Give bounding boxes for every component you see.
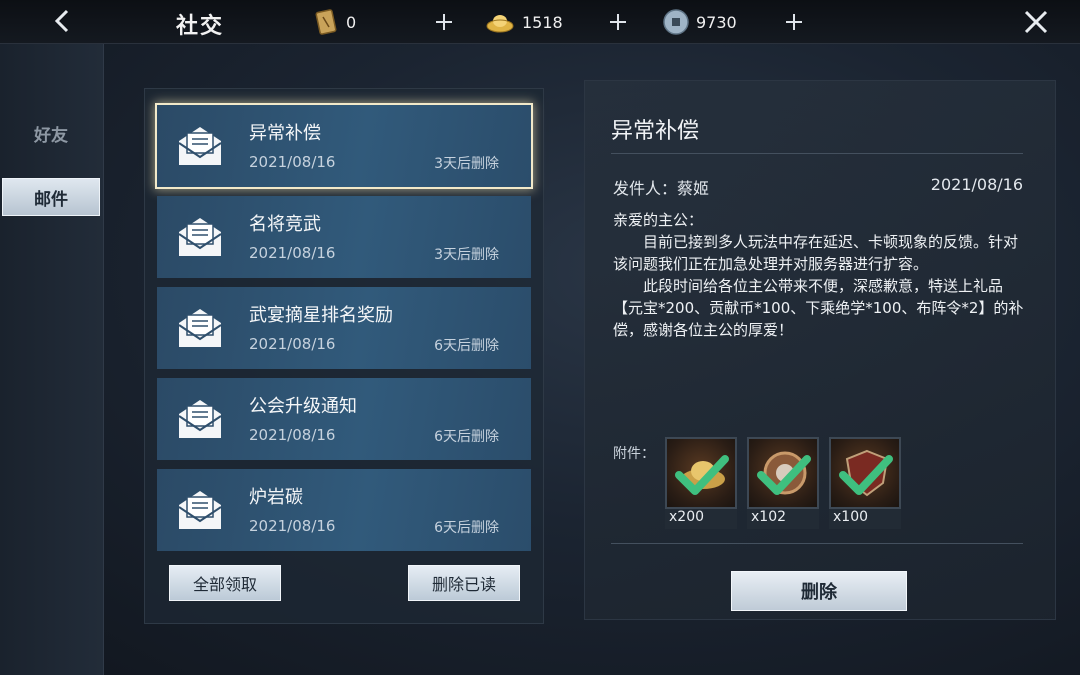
attachment-slot	[747, 437, 819, 509]
mail-expire: 6天后删除	[434, 520, 499, 536]
open-envelope-icon	[178, 309, 222, 347]
side-nav: 好友 邮件	[0, 44, 104, 675]
token-icon	[315, 9, 337, 35]
attachment-item[interactable]: x100	[829, 437, 901, 529]
mail-title: 异常补偿	[611, 119, 700, 144]
mail-expire: 6天后删除	[434, 338, 499, 354]
check-icon	[839, 455, 893, 495]
mail-date: 2021/08/16	[249, 153, 336, 171]
divider	[611, 543, 1023, 544]
mail-item[interactable]: 武宴摘星排名奖励 2021/08/16 6天后删除	[157, 287, 531, 369]
attachment-slot	[665, 437, 737, 509]
plus-icon	[786, 14, 802, 30]
token-value: 0	[346, 12, 357, 32]
attachment-item[interactable]: x102	[747, 437, 819, 529]
mail-date: 2021/08/16	[249, 517, 336, 535]
mail-paragraph: 目前已接到多人玩法中存在延迟、卡顿现象的反馈。针对该问题我们正在加急处理并对服务…	[613, 233, 1019, 273]
mail-detail-panel: 异常补偿 发件人：蔡姬 2021/08/16 亲爱的主公： 目前已接到多人玩法中…	[584, 80, 1056, 620]
currency-token: 0	[312, 6, 356, 38]
mail-paragraph: 此段时间给各位主公带来不便，深感歉意，特送上礼品【元宝*200、贡献币*100、…	[613, 277, 1024, 339]
mail-subject: 异常补偿	[249, 123, 321, 144]
mail-expire: 6天后删除	[434, 429, 499, 445]
attachment-count: x200	[665, 509, 737, 529]
claim-all-button[interactable]: 全部领取	[169, 565, 281, 601]
mail-sender: 发件人：蔡姬	[613, 179, 710, 198]
currency-coin: 9730	[662, 6, 737, 38]
delete-mail-button[interactable]: 删除	[731, 571, 907, 611]
mail-list-panel: 异常补偿 2021/08/16 3天后删除 名将竞武 2021/08/16 3天…	[144, 88, 544, 624]
attachments-label: 附件：	[613, 446, 655, 462]
mail-subject: 武宴摘星排名奖励	[249, 305, 393, 326]
attachment-count: x102	[747, 509, 819, 529]
currency-gold: 1518	[484, 6, 563, 38]
check-icon	[757, 455, 811, 495]
plus-icon	[610, 14, 626, 30]
gold-ingot-icon	[486, 15, 514, 33]
mail-subject: 名将竞武	[249, 214, 321, 235]
divider	[611, 153, 1023, 154]
open-envelope-icon	[178, 127, 222, 165]
tab-friends[interactable]: 好友	[2, 114, 100, 152]
mail-expire: 3天后删除	[434, 247, 499, 263]
back-button[interactable]	[48, 6, 78, 36]
mail-date: 2021/08/16	[249, 244, 336, 262]
mail-body: 亲爱的主公： 目前已接到多人玩法中存在延迟、卡顿现象的反馈。针对该问题我们正在加…	[613, 209, 1031, 341]
close-button[interactable]	[1020, 6, 1052, 38]
page-title: 社交	[176, 13, 225, 39]
open-envelope-icon	[178, 491, 222, 529]
mail-item[interactable]: 公会升级通知 2021/08/16 6天后删除	[157, 378, 531, 460]
mail-subject: 公会升级通知	[249, 396, 357, 417]
chevron-left-icon	[54, 9, 69, 33]
mail-item[interactable]: 名将竞武 2021/08/16 3天后删除	[157, 196, 531, 278]
plus-icon	[436, 14, 452, 30]
open-envelope-icon	[178, 218, 222, 256]
mail-expire: 3天后删除	[434, 156, 499, 172]
open-envelope-icon	[178, 400, 222, 438]
mail-greeting: 亲爱的主公：	[613, 211, 704, 229]
attachment-item[interactable]: x200	[665, 437, 737, 529]
check-icon	[675, 455, 729, 495]
mail-date: 2021/08/16	[249, 335, 336, 353]
add-gold-button[interactable]	[604, 8, 632, 36]
tab-mail[interactable]: 邮件	[2, 178, 100, 216]
mail-subject: 炉岩碳	[249, 487, 303, 508]
mail-item[interactable]: 异常补偿 2021/08/16 3天后删除	[157, 105, 531, 187]
gold-value: 1518	[522, 12, 563, 32]
mail-detail-date: 2021/08/16	[930, 175, 1023, 194]
add-token-button[interactable]	[430, 8, 458, 36]
mail-date: 2021/08/16	[249, 426, 336, 444]
mail-item[interactable]: 炉岩碳 2021/08/16 6天后删除	[157, 469, 531, 551]
coin-value: 9730	[696, 12, 737, 32]
add-coin-button[interactable]	[780, 8, 808, 36]
coin-icon	[663, 9, 689, 35]
delete-read-button[interactable]: 删除已读	[408, 565, 520, 601]
close-icon	[1024, 10, 1048, 34]
attachment-count: x100	[829, 509, 901, 529]
top-bar: 社交 0 1518 9730	[0, 0, 1080, 44]
attachment-slot	[829, 437, 901, 509]
